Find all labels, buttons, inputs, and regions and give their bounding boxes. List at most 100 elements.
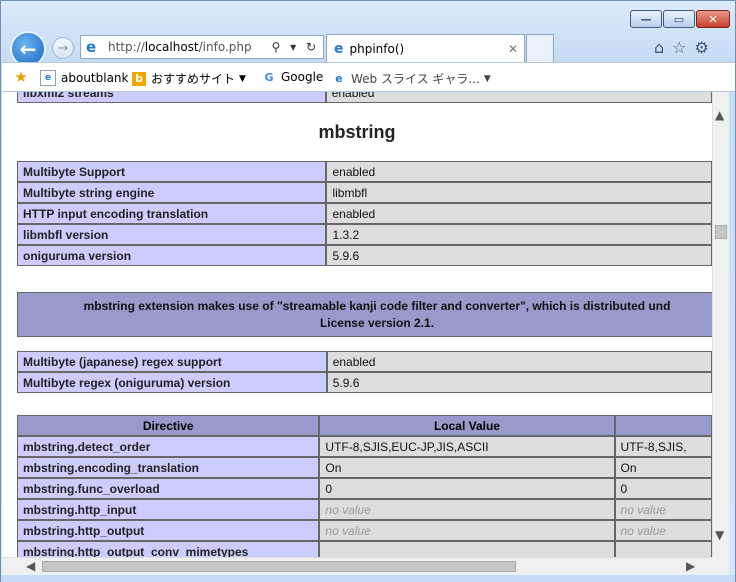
row-value: enabled: [326, 161, 712, 182]
address-controls[interactable]: ⚲ ▾ ↻: [272, 40, 320, 54]
table-row: Multibyte string engine libmbfl: [17, 182, 712, 203]
toolbar-icons: ⌂☆⚙: [654, 38, 717, 57]
scroll-left-icon[interactable]: ◀: [26, 559, 35, 573]
browser-window: — ▭ ✕ ← → e http://localhost/info.php ⚲ …: [0, 0, 736, 582]
chevron-down-icon: ▼: [483, 73, 491, 84]
local-value: no value: [319, 499, 615, 520]
mbstring-info-table: Multibyte Support enabled Multibyte strin…: [17, 161, 712, 266]
google-icon: G: [264, 70, 274, 84]
new-tab-button[interactable]: [526, 34, 554, 62]
vertical-scroll-thumb[interactable]: [715, 225, 727, 239]
local-value: [319, 541, 615, 557]
scroll-up-icon[interactable]: ▲: [715, 108, 724, 122]
master-value: [614, 541, 712, 557]
gear-icon[interactable]: ⚙: [695, 38, 717, 57]
license-notice: mbstring extension makes use of "streama…: [17, 292, 712, 337]
favorite-link[interactable]: e aboutblank: [40, 70, 128, 86]
row-value: libmbfl: [326, 182, 712, 203]
master-value: no value: [614, 499, 712, 520]
minimize-button[interactable]: —: [630, 10, 662, 28]
directive-name: mbstring.encoding_translation: [17, 457, 320, 478]
header-local-value: Local Value: [319, 415, 615, 436]
master-value: 0: [614, 478, 712, 499]
top-partial-table: libxml2 streams enabled: [17, 92, 712, 103]
ie-tab-icon: e: [334, 40, 344, 57]
table-row: libmbfl version 1.3.2: [17, 224, 712, 245]
row-value: enabled: [325, 92, 712, 103]
forward-button[interactable]: →: [52, 37, 74, 59]
row-name: Multibyte regex (oniguruma) version: [17, 372, 327, 393]
directive-name: mbstring.http_output: [17, 520, 320, 541]
row-name: oniguruma version: [17, 245, 327, 266]
table-row: HTTP input encoding translation enabled: [17, 203, 712, 224]
directive-name: mbstring.func_overload: [17, 478, 320, 499]
maximize-button[interactable]: ▭: [663, 10, 695, 28]
master-value: On: [614, 457, 712, 478]
row-value: enabled: [326, 351, 712, 372]
scroll-down-icon[interactable]: ▼: [715, 528, 724, 542]
table-row: mbstring.http_output_conv_mimetypes: [17, 541, 712, 557]
table-header-row: Directive Local Value: [17, 415, 712, 436]
tab-title: phpinfo(): [349, 41, 405, 56]
local-value: On: [319, 457, 615, 478]
row-name: Multibyte (japanese) regex support: [17, 351, 327, 372]
add-favorites-button[interactable]: ★: [14, 68, 33, 86]
bing-icon: b: [132, 71, 146, 86]
favorites-add-icon: ★: [14, 68, 28, 86]
directive-name: mbstring.http_input: [17, 499, 320, 520]
horizontal-scrollbar[interactable]: ◀ ▶: [2, 557, 729, 575]
table-row: Multibyte Support enabled: [17, 161, 712, 182]
table-row: Multibyte (japanese) regex support enable…: [17, 351, 712, 372]
directives-table: Directive Local Value mbstring.detect_or…: [17, 415, 712, 557]
master-value: no value: [614, 520, 712, 541]
favorites-star-icon[interactable]: ☆: [672, 38, 694, 57]
tab-phpinfo[interactable]: e phpinfo() ✕: [326, 34, 525, 62]
row-value: enabled: [326, 203, 712, 224]
web-slice-icon: e: [335, 72, 343, 85]
notice-line: License version 2.1.: [319, 316, 435, 330]
back-arrow-icon: ←: [19, 37, 37, 61]
page-icon: e: [40, 70, 56, 86]
close-button[interactable]: ✕: [696, 10, 730, 28]
favorite-link[interactable]: G Google: [262, 70, 323, 84]
window-bottom-border: [1, 575, 735, 582]
table-row: mbstring.encoding_translation On On: [17, 457, 712, 478]
regex-info-table: Multibyte (japanese) regex support enable…: [17, 351, 712, 393]
row-name: Multibyte string engine: [17, 182, 327, 203]
table-row: mbstring.http_output no value no value: [17, 520, 712, 541]
row-name: libmbfl version: [17, 224, 327, 245]
directive-name: mbstring.http_output_conv_mimetypes: [17, 541, 320, 557]
forward-arrow-icon: →: [57, 40, 69, 56]
directive-name: mbstring.detect_order: [17, 436, 320, 457]
horizontal-scroll-thumb[interactable]: [42, 561, 516, 572]
row-value: 5.9.6: [326, 245, 712, 266]
scrollbar-corner: [712, 557, 729, 575]
master-value: UTF-8,SJIS,: [614, 436, 712, 457]
row-name: Multibyte Support: [17, 161, 327, 182]
row-value: 5.9.6: [326, 372, 712, 393]
favorite-link[interactable]: b おすすめサイト ▼: [132, 70, 246, 87]
ie-page-icon: e: [86, 38, 97, 56]
table-row: oniguruma version 5.9.6: [17, 245, 712, 266]
section-title: mbstring: [318, 122, 396, 142]
table-row: mbstring.http_input no value no value: [17, 499, 712, 520]
home-icon[interactable]: ⌂: [654, 38, 672, 57]
favorites-bar: ★ e aboutblank b おすすめサイト ▼ G Google e Web スライ…: [2, 62, 735, 92]
page-content: libxml2 streams enabled mbstring Multibyt…: [2, 92, 712, 557]
tab-close-icon[interactable]: ✕: [508, 42, 518, 56]
address-bar[interactable]: e http://localhost/info.php ⚲ ▾ ↻: [80, 35, 324, 59]
table-row: libxml2 streams enabled: [17, 92, 712, 103]
table-row: Multibyte regex (oniguruma) version 5.9.6: [17, 372, 712, 393]
local-value: no value: [319, 520, 615, 541]
local-value: 0: [319, 478, 615, 499]
header-master-value: [614, 415, 712, 436]
vertical-scrollbar[interactable]: ▲ ▼: [712, 92, 729, 557]
favorite-link[interactable]: e Web スライス ギャラ... ▼: [332, 70, 491, 87]
row-name: libxml2 streams: [17, 92, 326, 103]
notice-line: mbstring extension makes use of "streama…: [83, 299, 671, 313]
address-url[interactable]: http://localhost/info.php: [108, 40, 252, 54]
header-directive: Directive: [17, 415, 320, 436]
row-value: 1.3.2: [326, 224, 712, 245]
table-row: mbstring.func_overload 0 0: [17, 478, 712, 499]
scroll-right-icon[interactable]: ▶: [686, 559, 695, 573]
